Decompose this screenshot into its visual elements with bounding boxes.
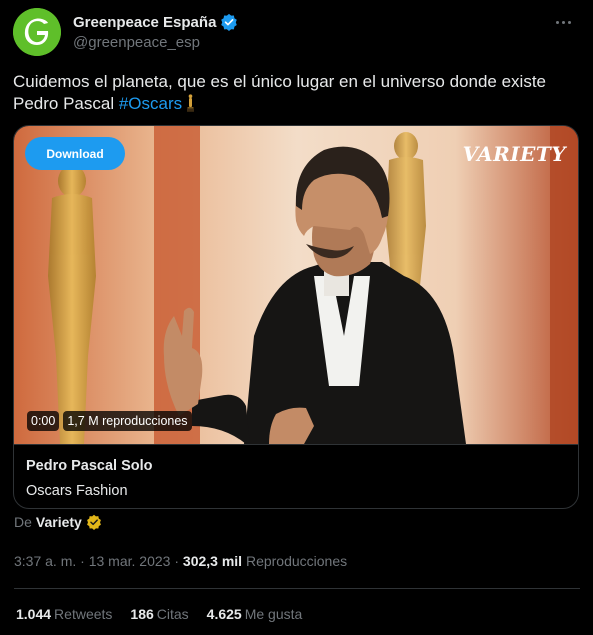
likes-label: Me gusta [244,606,303,622]
gold-business-badge-icon [86,514,101,530]
oscar-statue-emoji [187,94,195,112]
author-name-row[interactable]: Greenpeace España [73,13,238,31]
source-name-link[interactable]: Variety [36,514,82,530]
variety-watermark: VARIETY [462,142,566,166]
card-title: Pedro Pascal Solo [26,458,153,474]
divider [14,588,580,589]
greenpeace-logo-icon [13,8,61,56]
likes-stat[interactable]: 4.625 Me gusta [207,606,303,622]
author-display-name[interactable]: Greenpeace España [73,14,216,31]
quotes-label: Citas [156,606,189,622]
verified-badge-icon [221,13,238,31]
tweet-text: Cuidemos el planeta, que es el único lug… [13,71,573,115]
card-footer[interactable]: Pedro Pascal Solo Oscars Fashion [14,444,578,508]
media-source: De Variety [14,514,102,530]
video-timestamp: 0:00 [27,411,60,431]
separator: · [80,553,85,569]
video-player[interactable]: Download VARIETY 0:00 1,7 M reproduccion… [14,126,578,444]
video-meta: 0:00 1,7 M reproducciones [27,411,192,431]
separator: · [174,553,180,569]
retweets-stat[interactable]: 1.044 Retweets [16,606,112,622]
more-options-icon[interactable] [548,12,578,32]
video-view-count: 1,7 M reproducciones [63,411,192,431]
engagement-stats: 1.044 Retweets 186 Citas 4.625 Me gusta [16,606,302,622]
video-thumbnail [14,126,578,444]
views-count: 302,3 mil [182,553,243,569]
author-handle[interactable]: @greenpeace_esp [73,34,200,51]
card-subtitle: Oscars Fashion [26,483,128,499]
retweets-label: Retweets [54,606,113,622]
likes-count: 4.625 [206,606,242,622]
tweet-header: Greenpeace España @greenpeace_esp [13,8,580,58]
media-card[interactable]: Download VARIETY 0:00 1,7 M reproduccion… [13,125,579,509]
tweet-date[interactable]: 13 mar. 2023 [89,553,171,569]
tweet-text-main: Cuidemos el planeta, que es el único lug… [13,72,547,113]
author-avatar[interactable] [13,8,61,56]
tweet-time[interactable]: 3:37 a. m. [14,553,76,569]
download-button[interactable]: Download [25,137,125,170]
retweets-count: 1.044 [16,606,52,622]
source-prefix: De [14,514,32,530]
tweet-timestamp: 3:37 a. m. · 13 mar. 2023 · 302,3 mil Re… [14,553,347,569]
quotes-stat[interactable]: 186 Citas [130,606,188,622]
views-label: Reproducciones [245,553,348,569]
quotes-count: 186 [130,606,154,622]
hashtag-link[interactable]: #Oscars [119,94,182,113]
